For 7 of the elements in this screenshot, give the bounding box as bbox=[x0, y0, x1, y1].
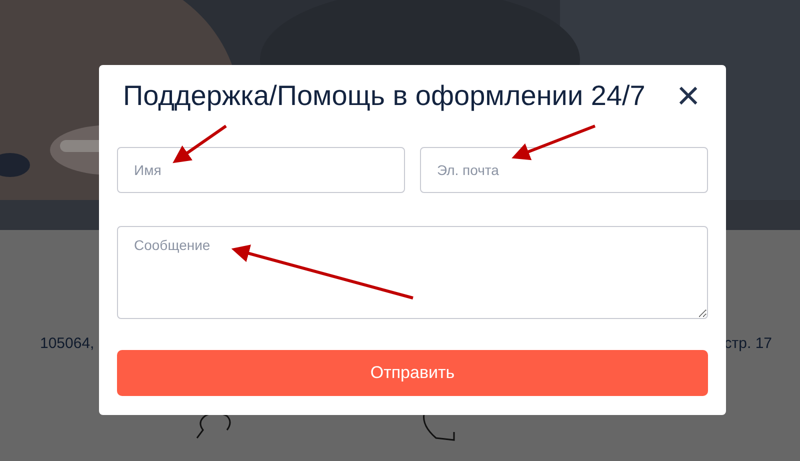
input-field[interactable]: Эл. почта bbox=[420, 147, 708, 193]
close-button[interactable]: × bbox=[668, 76, 708, 116]
annotation-arrow bbox=[172, 124, 227, 164]
input-field[interactable]: Имя bbox=[117, 147, 405, 193]
address-text: 105064, bbox=[40, 335, 94, 352]
message-field[interactable]: Сообщение bbox=[117, 226, 708, 319]
dialog-title: Поддержка/Помощь в оформлении 24/7 bbox=[123, 80, 646, 112]
